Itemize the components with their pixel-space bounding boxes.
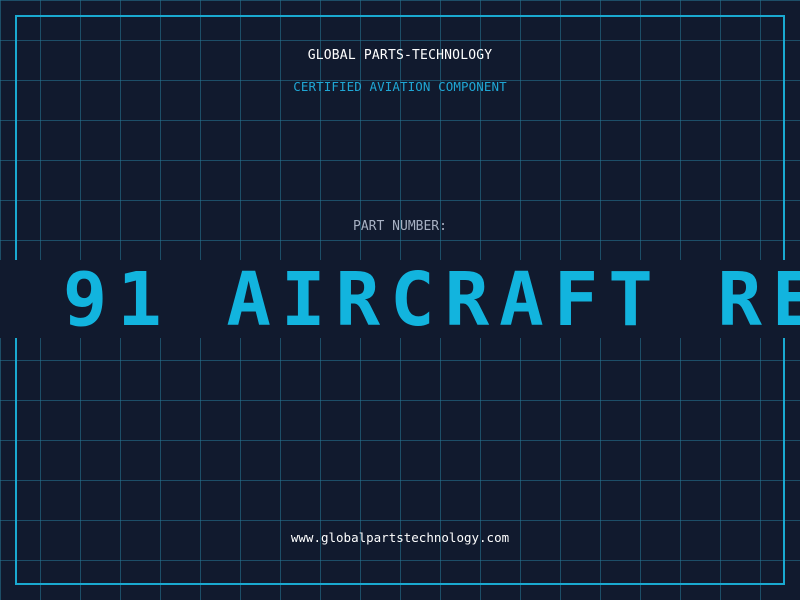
tagline: CERTIFIED AVIATION COMPONENT [293,79,507,94]
part-number-label: PART NUMBER: [353,219,447,234]
part-number-value: PART 91 AIRCRAFT RENTAL [0,260,800,338]
part-number-banner: PART 91 AIRCRAFT RENTAL [0,260,800,338]
website-url[interactable]: www.globalpartstechnology.com [0,530,800,545]
company-name: GLOBAL PARTS-TECHNOLOGY [307,48,493,63]
